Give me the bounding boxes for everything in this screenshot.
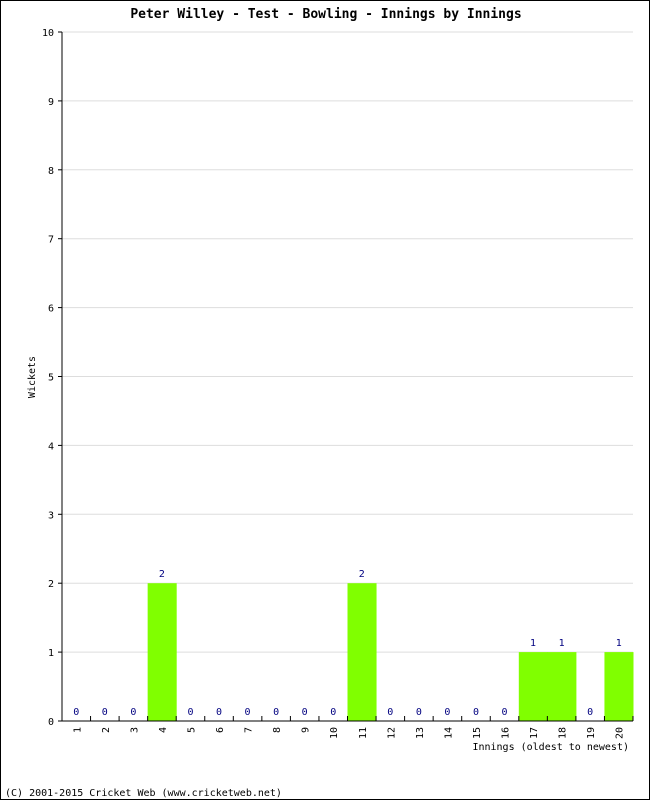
x-tick-label: 5 — [186, 727, 197, 733]
x-tick-label: 16 — [501, 727, 512, 739]
y-tick-label: 9 — [48, 97, 54, 108]
data-label: 0 — [416, 707, 422, 718]
y-axis-label: Wickets — [27, 356, 38, 398]
data-label: 0 — [302, 707, 308, 718]
y-tick-label: 1 — [48, 648, 54, 659]
data-label: 0 — [102, 707, 108, 718]
chart-title: Peter Willey - Test - Bowling - Innings … — [130, 7, 521, 22]
x-tick-label: 10 — [329, 727, 340, 739]
x-tick-labels: 1 2 3 4 5 6 7 8 9 10 11 12 13 14 15 16 17 18 19 20 — [72, 727, 625, 739]
data-label: 0 — [330, 707, 336, 718]
data-label: 0 — [73, 707, 79, 718]
y-tick-label: 8 — [48, 166, 54, 177]
data-label: 2 — [359, 569, 365, 580]
y-tick-label: 5 — [48, 373, 54, 384]
y-tick-label: 6 — [48, 304, 54, 315]
y-tick-label: 0 — [48, 717, 54, 728]
y-tick-labels: 0 1 2 3 4 5 6 7 8 9 10 — [42, 28, 54, 728]
x-tick-label: 12 — [386, 727, 397, 739]
x-tick-label: 3 — [129, 727, 140, 733]
bar — [518, 652, 548, 721]
bowling-chart: Peter Willey - Test - Bowling - Innings … — [5, 7, 634, 799]
gridlines — [62, 31, 633, 653]
y-tick-label: 10 — [42, 28, 54, 39]
chart-frame: Peter Willey - Test - Bowling - Innings … — [0, 0, 650, 800]
y-tick-label: 7 — [48, 235, 54, 246]
bar — [147, 583, 177, 721]
data-label: 0 — [587, 707, 593, 718]
x-tick-label: 13 — [415, 727, 426, 739]
data-label: 0 — [473, 707, 479, 718]
x-tick-label: 11 — [358, 727, 369, 739]
x-tick-label: 1 — [72, 727, 83, 733]
x-tick-label: 8 — [272, 727, 283, 733]
x-tick-label: 7 — [244, 727, 255, 733]
x-tick-label: 15 — [472, 727, 483, 739]
data-label: 0 — [444, 707, 450, 718]
x-tick-label: 4 — [158, 727, 169, 733]
x-tick-label: 14 — [443, 727, 454, 739]
bar — [547, 652, 577, 721]
y-tick-label: 4 — [48, 441, 54, 452]
data-label: 0 — [130, 707, 136, 718]
x-tick-label: 9 — [301, 727, 312, 733]
data-label: 1 — [616, 638, 622, 649]
data-label: 1 — [559, 638, 565, 649]
data-label: 0 — [187, 707, 193, 718]
x-tick-label: 19 — [586, 727, 597, 739]
data-label: 0 — [273, 707, 279, 718]
x-tick-label: 18 — [558, 727, 569, 739]
x-axis-label: Innings (oldest to newest) — [472, 742, 629, 753]
x-tick-label: 2 — [101, 727, 112, 733]
data-label: 0 — [387, 707, 393, 718]
data-label: 0 — [245, 707, 251, 718]
copyright-footer: (C) 2001-2015 Cricket Web (www.cricketwe… — [5, 788, 282, 799]
data-label: 0 — [502, 707, 508, 718]
x-tick-label: 6 — [215, 727, 226, 733]
data-label: 0 — [216, 707, 222, 718]
y-tick-label: 2 — [48, 579, 54, 590]
x-tick-label: 17 — [529, 727, 540, 739]
x-tick-label: 20 — [615, 727, 626, 739]
data-label: 1 — [530, 638, 536, 649]
data-label: 2 — [159, 569, 165, 580]
bar — [604, 652, 634, 721]
y-tick-label: 3 — [48, 510, 54, 521]
bar — [347, 583, 377, 721]
